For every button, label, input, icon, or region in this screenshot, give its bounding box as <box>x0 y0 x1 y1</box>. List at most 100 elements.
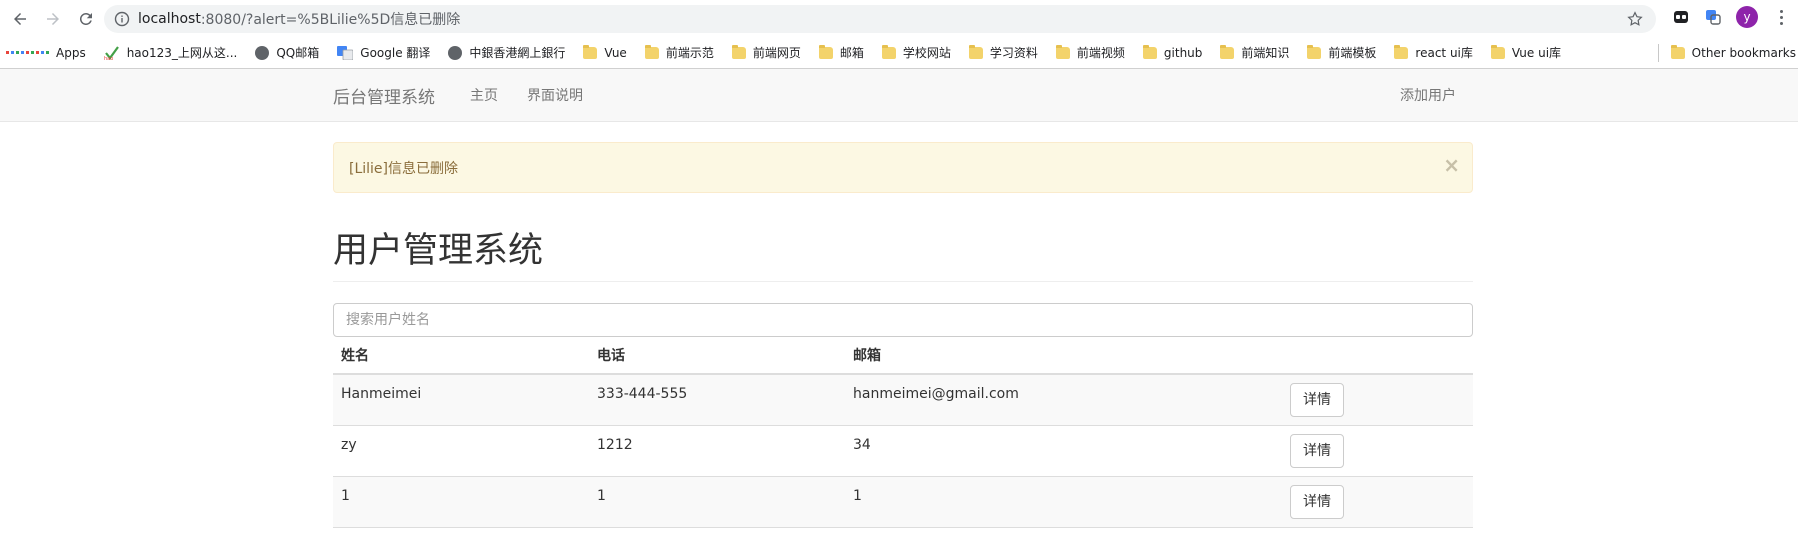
bookmark-folder-school[interactable]: 学校网站 <box>881 44 951 61</box>
details-button[interactable]: 详情 <box>1290 433 1344 468</box>
translate-extension-icon[interactable] <box>1704 8 1722 26</box>
bookmark-folder-video[interactable]: 前端视频 <box>1055 44 1125 61</box>
details-button[interactable]: 详情 <box>1290 484 1344 519</box>
bookmark-folder-knowledge[interactable]: 前端知识 <box>1220 44 1289 61</box>
folder-icon <box>1670 45 1685 59</box>
profile-avatar[interactable]: y <box>1736 6 1758 28</box>
bookmark-folder-web[interactable]: 前端网页 <box>731 44 801 61</box>
bookmark-label: Google 翻译 <box>360 46 431 60</box>
folder-icon <box>1142 44 1157 59</box>
cell-name: zy <box>333 425 589 477</box>
bookmark-qqmail[interactable]: QQ邮箱 <box>255 44 319 61</box>
apps-grid-icon <box>6 51 49 54</box>
alert-message: [Lilie]信息已删除 <box>349 160 459 177</box>
hao123-icon: hao <box>104 45 120 60</box>
cell-phone: 333-444-555 <box>589 374 845 426</box>
bookmark-folder-demo[interactable]: 前端示范 <box>644 44 714 61</box>
navbar-brand[interactable]: 后台管理系统 <box>333 83 435 108</box>
warning-alert: [Lilie]信息已删除 × <box>333 142 1473 193</box>
bookmark-folder-vue-ui[interactable]: Vue ui库 <box>1490 44 1562 61</box>
bookmark-folder-mail[interactable]: 邮箱 <box>818 44 864 61</box>
folder-icon <box>583 44 598 59</box>
bookmark-label: 邮箱 <box>839 46 864 60</box>
bookmark-label: Vue <box>604 45 627 60</box>
google-translate-icon <box>337 45 354 60</box>
bookmark-label: 前端知识 <box>1241 46 1290 60</box>
reload-icon <box>79 12 92 25</box>
bookmark-label: Vue ui库 <box>1511 46 1562 60</box>
cell-email: 1 <box>845 476 1282 528</box>
folder-icon <box>1220 44 1235 59</box>
close-icon[interactable]: × <box>1443 155 1460 175</box>
arrow-left-icon <box>14 12 26 25</box>
folder-icon <box>818 44 833 59</box>
globe-icon <box>255 45 270 60</box>
folder-icon <box>1394 44 1409 59</box>
bookmark-apps[interactable]: Apps <box>6 46 86 60</box>
bookmark-bochk[interactable]: 中銀香港網上銀行 <box>448 44 565 61</box>
reload-button[interactable] <box>74 7 98 31</box>
page-title: 用户管理系统 <box>333 231 544 271</box>
bookmark-label: react ui库 <box>1415 46 1473 60</box>
bookmark-label: github <box>1163 45 1203 60</box>
bookmark-label: hao123_上网从这... <box>126 46 238 60</box>
bookmark-folder-vue[interactable]: Vue <box>583 44 627 60</box>
url-path: :8080/?alert=%5BLilie%5D信息已删除 <box>200 12 461 28</box>
cell-actions: 详情 <box>1282 374 1473 426</box>
bookmark-label: 学习资料 <box>989 46 1038 60</box>
details-button[interactable]: 详情 <box>1290 382 1344 417</box>
column-header-actions <box>1282 337 1473 375</box>
page-header: 用户管理系统 <box>333 228 1473 282</box>
app-navbar: 后台管理系统 主页 界面说明 添加用户 <box>0 69 1798 122</box>
other-bookmarks[interactable]: Other bookmarks <box>1657 37 1796 69</box>
bookmark-label: 前端视频 <box>1076 46 1125 60</box>
bookmark-hao123[interactable]: hao hao123_上网从这... <box>104 44 238 61</box>
folder-icon <box>731 44 746 59</box>
bookmarks-bar: Apps hao hao123_上网从这... QQ邮箱 Google 翻译 中… <box>0 37 1798 69</box>
table-row: zy 1212 34 详情 <box>333 425 1473 477</box>
folder-icon <box>968 44 983 59</box>
svg-text:hao: hao <box>104 56 113 60</box>
extension-icon[interactable] <box>1672 8 1690 26</box>
cell-name: 1 <box>333 476 589 528</box>
forward-button[interactable] <box>41 7 65 31</box>
bookmark-label: 前端网页 <box>752 46 801 60</box>
folder-icon <box>1490 44 1505 59</box>
cell-actions: 详情 <box>1282 476 1473 528</box>
browser-menu-icon[interactable] <box>1772 9 1790 25</box>
column-header-email: 邮箱 <box>845 337 1282 375</box>
bookmark-label: 中銀香港網上銀行 <box>469 46 566 60</box>
browser-toolbar: localhost:8080/?alert=%5BLilie%5D信息已删除 y <box>0 0 1798 37</box>
globe-icon <box>448 45 463 60</box>
folder-icon <box>881 44 896 59</box>
info-icon[interactable] <box>114 11 130 27</box>
nav-about-link[interactable]: 界面说明 <box>527 85 583 105</box>
users-table: 姓名 电话 邮箱 Hanmeimei 333-444-555 hanmeimei… <box>333 337 1473 528</box>
bookmark-folder-react-ui[interactable]: react ui库 <box>1394 44 1473 61</box>
cell-phone: 1212 <box>589 425 845 477</box>
bookmark-google-translate[interactable]: Google 翻译 <box>337 44 430 61</box>
nav-add-user-link[interactable]: 添加用户 <box>1400 85 1456 105</box>
url-host: localhost <box>138 11 201 27</box>
back-button[interactable] <box>8 7 32 31</box>
cell-email: hanmeimei@gmail.com <box>845 374 1282 426</box>
bookmark-folder-template[interactable]: 前端模板 <box>1307 44 1376 61</box>
cell-phone: 1 <box>589 476 845 528</box>
cell-email: 34 <box>845 425 1282 477</box>
bookmark-folder-github[interactable]: github <box>1142 44 1203 60</box>
address-bar[interactable]: localhost:8080/?alert=%5BLilie%5D信息已删除 <box>104 5 1656 33</box>
other-bookmarks-label: Other bookmarks <box>1691 46 1796 60</box>
search-input[interactable] <box>333 303 1473 337</box>
arrow-right-icon <box>47 12 59 25</box>
bookmark-star-icon[interactable] <box>1626 10 1644 28</box>
bookmark-label: 学校网站 <box>902 46 951 60</box>
column-header-phone: 电话 <box>589 337 845 375</box>
folder-icon <box>1307 44 1322 59</box>
column-header-name: 姓名 <box>333 337 589 375</box>
bookmark-folder-study[interactable]: 学习资料 <box>968 44 1038 61</box>
bookmark-label: Apps <box>56 45 86 60</box>
nav-home-link[interactable]: 主页 <box>470 85 498 105</box>
bookmark-label: 前端示范 <box>665 46 714 60</box>
folder-icon <box>1055 44 1070 59</box>
table-row: 1 1 1 详情 <box>333 476 1473 528</box>
